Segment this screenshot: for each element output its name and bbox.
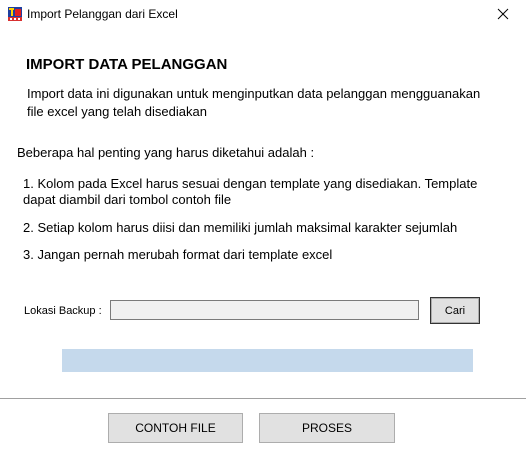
description-text: Import data ini digunakan untuk menginpu… [27, 86, 481, 119]
close-button[interactable] [480, 0, 526, 31]
intro-text: Beberapa hal penting yang harus diketahu… [17, 145, 315, 160]
footer-divider [0, 398, 526, 399]
page-title: IMPORT DATA PELANGGAN [26, 56, 228, 73]
import-window: Import Pelanggan dari Excel IMPORT DATA … [0, 0, 526, 450]
rule-item: 3. Jangan pernah merubah format dari tem… [23, 247, 333, 262]
rule-item: 2. Setiap kolom harus diisi dan memiliki… [23, 220, 458, 235]
progress-bar [62, 349, 473, 372]
process-button[interactable]: PROSES [259, 413, 395, 443]
rule-item: 1. Kolom pada Excel harus sesuai dengan … [23, 176, 478, 207]
window-title: Import Pelanggan dari Excel [27, 7, 178, 21]
app-pos-icon [7, 6, 23, 22]
backup-location-label: Lokasi Backup : [24, 305, 102, 317]
content-panel: IMPORT DATA PELANGGAN Import data ini di… [10, 46, 513, 386]
browse-button[interactable]: Cari [430, 297, 480, 324]
close-icon [497, 7, 509, 25]
title-bar: Import Pelanggan dari Excel [0, 0, 526, 31]
backup-location-input[interactable] [110, 300, 419, 320]
sample-file-button[interactable]: CONTOH FILE [108, 413, 243, 443]
